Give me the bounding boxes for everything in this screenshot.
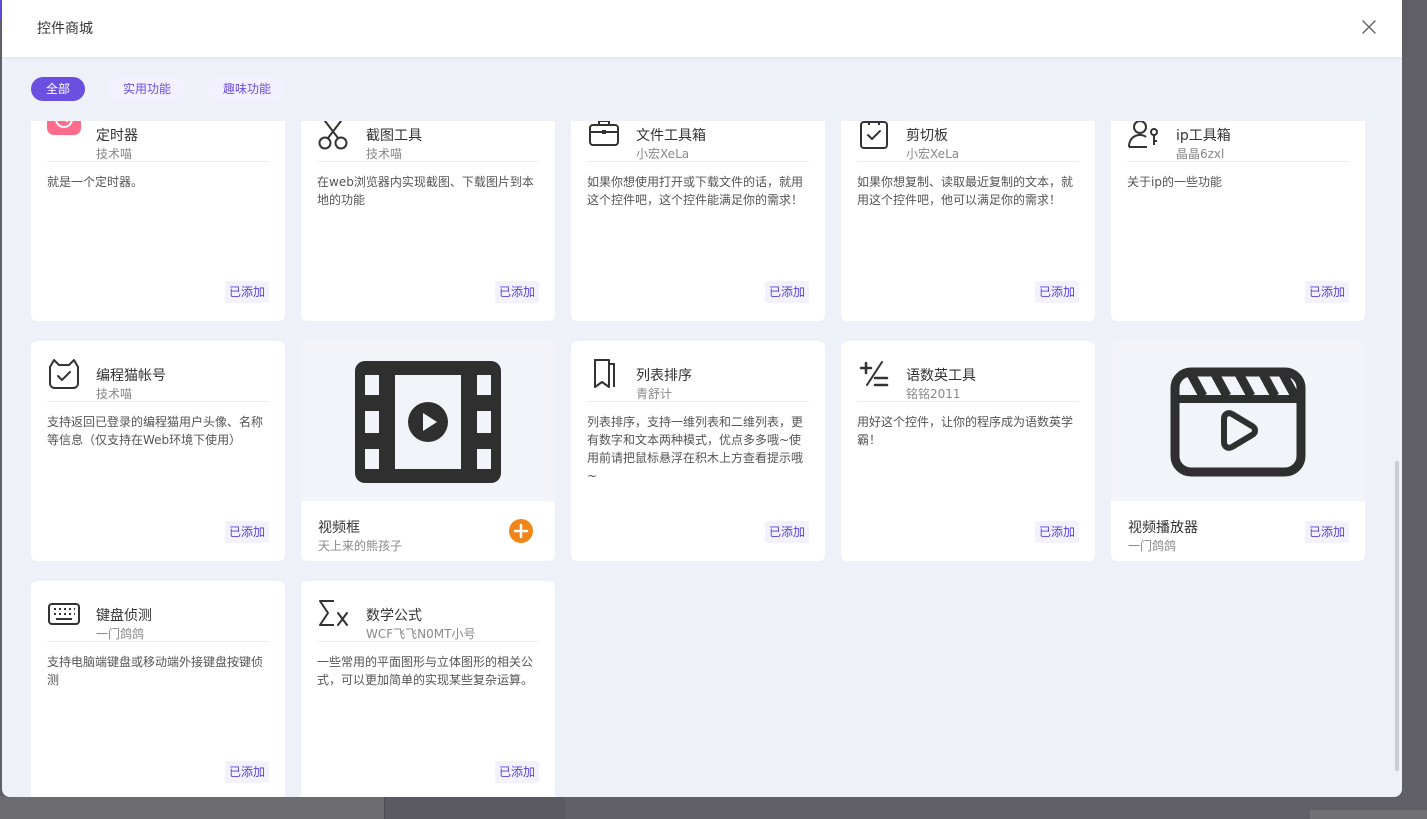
widget-card-language-math-english[interactable]: 语数英工具 铭铭2011 用好这个控件，让你的程序成为语数英学霸！ 已添加 xyxy=(841,341,1095,561)
filter-chip-utility[interactable]: 实用功能 xyxy=(108,77,187,101)
widget-card-list-sort[interactable]: 列表排序 青舒计 列表排序，支持一维列表和二维列表，更有数字和文本两种模式，优点… xyxy=(571,341,825,561)
widget-title: 截图工具 xyxy=(366,128,422,144)
added-badge[interactable]: 已添加 xyxy=(1034,521,1079,543)
widget-card-screenshot[interactable]: 截图工具 技术喵 在web浏览器内实现截图、下载图片到本地的功能 已添加 xyxy=(301,121,555,321)
widget-card-codemao-account[interactable]: 编程猫帐号 技术喵 支持返回已登录的编程猫用户头像、名称等信息（仅支持在Web环… xyxy=(31,341,285,561)
widget-title: 剪切板 xyxy=(906,128,948,144)
card-divider xyxy=(857,401,1079,402)
add-widget-button[interactable] xyxy=(509,519,533,543)
keyboard-icon xyxy=(47,597,81,631)
widget-description: 在web浏览器内实现截图、下载图片到本地的功能 xyxy=(317,175,534,207)
card-divider xyxy=(587,161,809,162)
background-panel-mid xyxy=(384,796,565,819)
scrollbar[interactable] xyxy=(1393,121,1399,797)
bookmarks-icon xyxy=(587,357,621,391)
widget-title: 定时器 xyxy=(96,128,138,144)
widget-title: ip工具箱 xyxy=(1176,128,1231,144)
added-badge[interactable]: 已添加 xyxy=(494,281,539,303)
widget-description: 如果你想复制、读取最近复制的文本，就用这个控件吧，他可以满足你的需求！ xyxy=(857,175,1074,207)
sigma-x-icon xyxy=(317,597,351,631)
filter-chip-all[interactable]: 全部 xyxy=(31,77,86,101)
close-button[interactable] xyxy=(1358,16,1380,38)
film-play-icon xyxy=(355,361,501,483)
widget-grid: 定时器 技术喵 就是一个定时器。 已添加 截图工具 技术喵 在web浏览器内实现… xyxy=(2,121,1402,797)
widget-card-timer[interactable]: 定时器 技术喵 就是一个定时器。 已添加 xyxy=(31,121,285,321)
widget-preview xyxy=(301,341,555,501)
card-divider xyxy=(317,161,539,162)
widget-card-math-formula[interactable]: 数学公式 WCF飞飞N0MT小号 一些常用的平面图形与立体图形的相关公式，可以更… xyxy=(301,581,555,797)
widget-title: 编程猫帐号 xyxy=(96,368,166,384)
close-icon xyxy=(1362,20,1376,34)
widget-card-video-frame[interactable]: 视频框 天上来的熊孩子 xyxy=(301,341,555,561)
cat-check-icon xyxy=(47,357,81,391)
widget-card-clipboard[interactable]: 剪切板 小宏XeLa 如果你想复制、读取最近复制的文本，就用这个控件吧，他可以满… xyxy=(841,121,1095,321)
widget-description: 支持电脑端键盘或移动端外接键盘按键侦测 xyxy=(47,655,264,687)
widget-store-dialog: 控件商城 全部 实用功能 趣味功能 定时器 技术喵 就是一个定时器。 已添加 截… xyxy=(2,0,1402,797)
widget-title: 数学公式 xyxy=(366,608,422,624)
clipboard-check-icon xyxy=(857,121,891,151)
added-badge[interactable]: 已添加 xyxy=(494,761,539,783)
widget-card-ip-toolbox[interactable]: ip工具箱 晶晶6zxl 关于ip的一些功能 已添加 xyxy=(1111,121,1365,321)
added-badge[interactable]: 已添加 xyxy=(224,281,269,303)
background-panel-left xyxy=(0,796,384,819)
widget-author: 铭铭2011 xyxy=(906,387,961,401)
widget-author: 晶晶6zxl xyxy=(1176,147,1225,161)
widget-description: 用好这个控件，让你的程序成为语数英学霸！ xyxy=(857,415,1074,447)
widget-author: WCF飞飞N0MT小号 xyxy=(366,627,476,641)
added-badge[interactable]: 已添加 xyxy=(224,521,269,543)
widget-description: 就是一个定时器。 xyxy=(47,175,144,189)
widget-card-video-player[interactable]: 视频播放器 一门鸽鸽 已添加 xyxy=(1111,341,1365,561)
added-badge[interactable]: 已添加 xyxy=(1034,281,1079,303)
card-divider xyxy=(47,641,269,642)
scissors-icon xyxy=(317,121,351,151)
widget-author: 小宏XeLa xyxy=(636,147,690,161)
filter-bar: 全部 实用功能 趣味功能 xyxy=(2,57,1402,121)
widget-card-file-toolbox[interactable]: 文件工具箱 小宏XeLa 如果你想使用打开或下载文件的话，就用这个控件吧，这个控… xyxy=(571,121,825,321)
widget-preview xyxy=(1111,341,1365,501)
added-badge[interactable]: 已添加 xyxy=(764,521,809,543)
widget-title: 视频框 xyxy=(318,520,360,536)
scrollbar-thumb[interactable] xyxy=(1395,461,1399,771)
widget-author: 一门鸽鸽 xyxy=(1128,539,1177,553)
added-badge[interactable]: 已添加 xyxy=(764,281,809,303)
widget-title: 视频播放器 xyxy=(1128,520,1198,536)
widget-description: 一些常用的平面图形与立体图形的相关公式，可以更加简单的实现某些复杂运算。 xyxy=(317,655,534,687)
card-divider xyxy=(47,161,269,162)
clapperboard-icon xyxy=(1170,367,1306,477)
plus-minus-icon xyxy=(857,357,891,391)
briefcase-icon xyxy=(587,121,621,151)
widget-author: 技术喵 xyxy=(96,147,133,161)
background-panel-right xyxy=(1310,810,1427,819)
widget-description: 关于ip的一些功能 xyxy=(1127,175,1222,189)
widget-description: 列表排序，支持一维列表和二维列表，更有数字和文本两种模式，优点多多哦~使用前请把… xyxy=(587,415,804,483)
widget-author: 小宏XeLa xyxy=(906,147,960,161)
added-badge[interactable]: 已添加 xyxy=(1304,521,1349,543)
widget-description: 支持返回已登录的编程猫用户头像、名称等信息（仅支持在Web环境下使用） xyxy=(47,415,264,447)
widget-author: 青舒计 xyxy=(636,387,673,401)
widget-card-keyboard-detect[interactable]: 键盘侦测 一门鸽鸽 支持电脑端键盘或移动端外接键盘按键侦测 已添加 xyxy=(31,581,285,797)
alarm-clock-icon xyxy=(47,121,81,135)
filter-chip-fun[interactable]: 趣味功能 xyxy=(208,77,287,101)
widget-title: 文件工具箱 xyxy=(636,128,706,144)
added-badge[interactable]: 已添加 xyxy=(224,761,269,783)
widget-author: 天上来的熊孩子 xyxy=(318,539,403,553)
card-divider xyxy=(1127,161,1349,162)
widget-author: 技术喵 xyxy=(366,147,403,161)
user-key-icon xyxy=(1127,121,1161,151)
card-divider xyxy=(47,401,269,402)
card-divider xyxy=(317,641,539,642)
widget-author: 一门鸽鸽 xyxy=(96,627,145,641)
plus-icon xyxy=(513,523,529,539)
widget-author: 技术喵 xyxy=(96,387,133,401)
dialog-title: 控件商城 xyxy=(37,21,93,37)
widget-title: 语数英工具 xyxy=(906,368,976,384)
widget-description: 如果你想使用打开或下载文件的话，就用这个控件吧，这个控件能满足你的需求！ xyxy=(587,175,804,207)
card-divider xyxy=(587,401,809,402)
added-badge[interactable]: 已添加 xyxy=(1304,281,1349,303)
widget-title: 键盘侦测 xyxy=(96,608,152,624)
widget-title: 列表排序 xyxy=(636,368,692,384)
card-divider xyxy=(857,161,1079,162)
dialog-header: 控件商城 xyxy=(2,0,1402,57)
